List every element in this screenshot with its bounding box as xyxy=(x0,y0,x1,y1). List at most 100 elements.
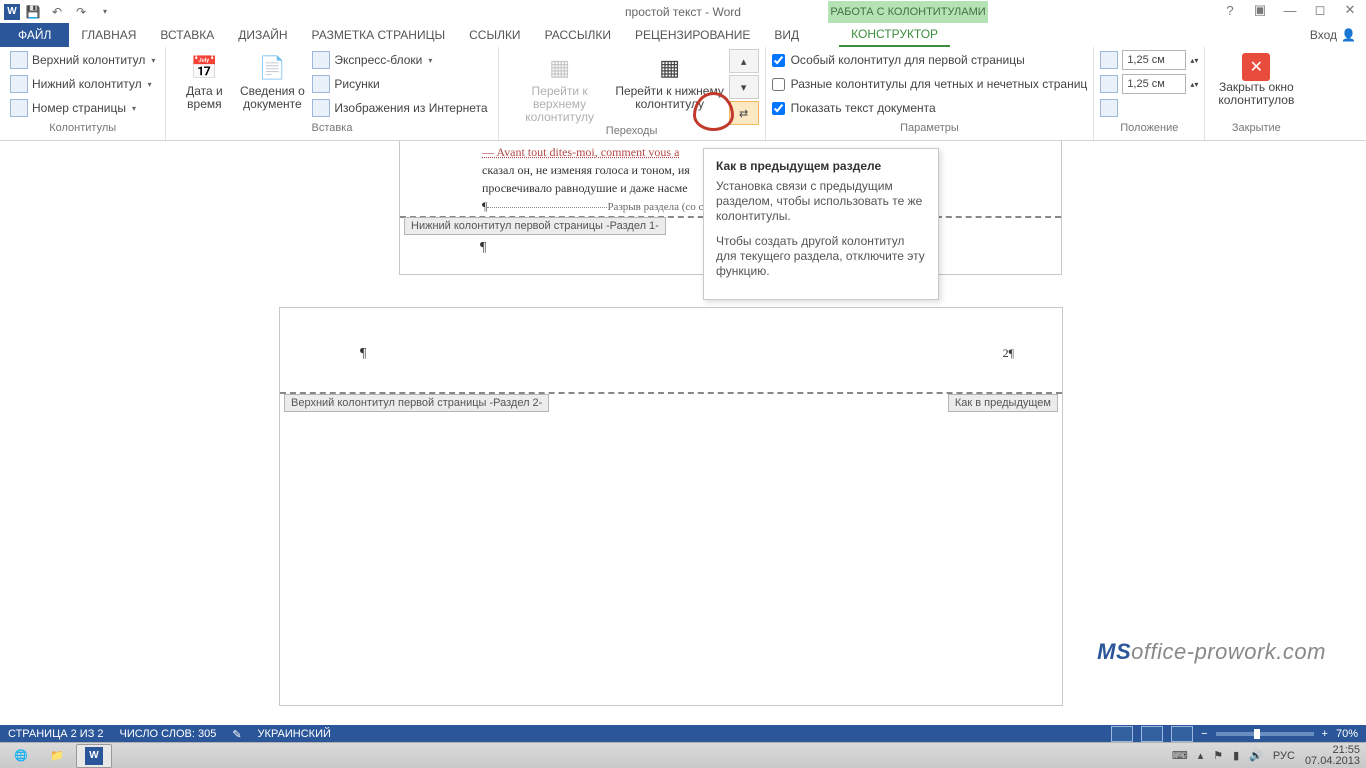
footer-icon xyxy=(10,75,28,93)
watermark: MSoffice-prowork.com xyxy=(1097,639,1326,665)
taskbar: 🌐 📁 W ⌨ ▴ ⚑ ▮ 🔊 РУС 21:55 07.04.2013 xyxy=(0,742,1366,768)
window-controls: ? ▣ — ◻ ✕ xyxy=(1218,2,1362,18)
zoom-out-button[interactable]: − xyxy=(1201,728,1207,740)
footer-position-icon xyxy=(1100,75,1118,93)
date-time-button[interactable]: 📅Дата и время xyxy=(172,49,236,111)
input-language[interactable]: РУС xyxy=(1273,750,1295,762)
volume-icon[interactable]: 🔊 xyxy=(1249,749,1263,762)
document-area: — Avant tout dites-moi, comment vous a с… xyxy=(0,141,1366,725)
tray-up-icon[interactable]: ▴ xyxy=(1198,749,1204,762)
goto-header-icon: ▦ xyxy=(544,51,576,83)
tab-design-context[interactable]: КОНСТРУКТОР xyxy=(839,23,950,47)
header-from-top-input[interactable]: 1,25 см xyxy=(1122,50,1186,70)
group-label: Вставка xyxy=(172,122,491,140)
tooltip-link-to-previous: Как в предыдущем разделе Установка связи… xyxy=(703,148,939,300)
tab-design[interactable]: ДИЗАЙН xyxy=(226,23,299,47)
tab-mailings[interactable]: РАССЫЛКИ xyxy=(533,23,623,47)
link-to-previous-button[interactable]: ⇄ xyxy=(729,101,759,125)
qat-customize-icon[interactable]: ▾ xyxy=(94,2,116,22)
language-indicator[interactable]: УКРАИНСКИЙ xyxy=(258,728,331,740)
tooltip-text: Установка связи с предыдущим разделом, ч… xyxy=(716,179,926,224)
proofing-icon[interactable]: ✎ xyxy=(232,728,241,741)
footer-tag: Нижний колонтитул первой страницы -Разде… xyxy=(404,217,666,235)
show-document-text-checkbox[interactable]: Показать текст документа xyxy=(772,97,1088,119)
redo-icon[interactable]: ↷ xyxy=(70,2,92,22)
different-first-page-checkbox[interactable]: Особый колонтитул для первой страницы xyxy=(772,49,1088,71)
keyboard-icon[interactable]: ⌨ xyxy=(1172,749,1188,762)
word-count[interactable]: ЧИСЛО СЛОВ: 305 xyxy=(120,728,217,740)
quick-parts-button[interactable]: Экспресс-блоки▾ xyxy=(308,49,491,71)
tab-file[interactable]: ФАЙЛ xyxy=(0,23,69,47)
group-insert: 📅Дата и время 📄Сведения о документе Эксп… xyxy=(166,47,498,140)
footer-button[interactable]: Нижний колонтитул▾ xyxy=(6,73,159,95)
tooltip-title: Как в предыдущем разделе xyxy=(716,159,926,173)
goto-footer-button[interactable]: ▦Перейти к нижнему колонтитулу xyxy=(615,49,725,111)
close-x-icon: ✕ xyxy=(1242,53,1270,81)
print-layout-button[interactable] xyxy=(1141,726,1163,742)
user-icon: 👤 xyxy=(1341,28,1356,42)
flag-icon[interactable]: ⚑ xyxy=(1213,749,1223,762)
zoom-in-button[interactable]: + xyxy=(1322,728,1328,740)
group-options: Особый колонтитул для первой страницы Ра… xyxy=(766,47,1095,140)
help-icon[interactable]: ? xyxy=(1218,3,1242,18)
picture-icon xyxy=(312,75,330,93)
group-close: ✕ Закрыть окно колонтитулов Закрытие xyxy=(1205,47,1307,140)
online-pic-icon xyxy=(312,99,330,117)
ribbon-options-icon[interactable]: ▣ xyxy=(1248,2,1272,18)
web-layout-button[interactable] xyxy=(1171,726,1193,742)
taskbar-explorer-icon[interactable]: 📁 xyxy=(40,745,74,767)
next-section-button[interactable]: ▾ xyxy=(729,75,759,99)
online-pictures-button[interactable]: Изображения из Интернета xyxy=(308,97,491,119)
close-icon[interactable]: ✕ xyxy=(1338,2,1362,18)
goto-header-button[interactable]: ▦Перейти к верхнему колонтитулу xyxy=(505,49,615,124)
different-odd-even-checkbox[interactable]: Разные колонтитулы для четных и нечетных… xyxy=(772,73,1088,95)
close-header-footer-button[interactable]: ✕ Закрыть окно колонтитулов xyxy=(1211,49,1301,107)
group-label: Параметры xyxy=(772,122,1088,140)
title-bar: W 💾 ↶ ↷ ▾ простой текст - Word РАБОТА С … xyxy=(0,0,1366,23)
previous-section-button[interactable]: ▴ xyxy=(729,49,759,73)
ribbon: Верхний колонтитул▾ Нижний колонтитул▾ Н… xyxy=(0,47,1366,141)
header-tag: Верхний колонтитул первой страницы -Разд… xyxy=(284,394,549,412)
paragraph-mark: ¶ xyxy=(480,240,486,256)
tab-home[interactable]: ГЛАВНАЯ xyxy=(69,23,148,47)
tab-layout[interactable]: РАЗМЕТКА СТРАНИЦЫ xyxy=(300,23,458,47)
save-icon[interactable]: 💾 xyxy=(22,2,44,22)
contextual-tab-title: РАБОТА С КОЛОНТИТУЛАМИ xyxy=(828,1,988,23)
minimize-icon[interactable]: — xyxy=(1278,3,1302,18)
tab-insert[interactable]: ВСТАВКА xyxy=(148,23,226,47)
read-mode-button[interactable] xyxy=(1111,726,1133,742)
pictures-button[interactable]: Рисунки xyxy=(308,73,491,95)
tab-view[interactable]: ВИД xyxy=(762,23,811,47)
zoom-level[interactable]: 70% xyxy=(1336,728,1358,740)
group-header-footer: Верхний колонтитул▾ Нижний колонтитул▾ Н… xyxy=(0,47,166,140)
footer-from-bottom-input[interactable]: 1,25 см xyxy=(1122,74,1186,94)
sign-in[interactable]: Вход👤 xyxy=(1310,23,1356,47)
restore-icon[interactable]: ◻ xyxy=(1308,2,1332,18)
group-label: Переходы xyxy=(505,125,759,140)
calendar-icon: 📅 xyxy=(188,51,220,83)
clock[interactable]: 21:55 07.04.2013 xyxy=(1305,745,1360,767)
docinfo-icon: 📄 xyxy=(256,51,288,83)
tab-review[interactable]: РЕЦЕНЗИРОВАНИЕ xyxy=(623,23,762,47)
zoom-slider[interactable] xyxy=(1216,732,1314,736)
undo-icon[interactable]: ↶ xyxy=(46,2,68,22)
same-as-previous-tag: Как в предыдущем xyxy=(948,394,1058,412)
taskbar-ie-icon[interactable]: 🌐 xyxy=(4,745,38,767)
network-icon[interactable]: ▮ xyxy=(1233,749,1239,762)
group-label: Колонтитулы xyxy=(6,122,159,140)
page-number-button[interactable]: Номер страницы▾ xyxy=(6,97,159,119)
tooltip-text: Чтобы создать другой колонтитул для теку… xyxy=(716,234,926,279)
group-label: Закрытие xyxy=(1211,122,1301,140)
header-button[interactable]: Верхний колонтитул▾ xyxy=(6,49,159,71)
page-number-field: 2¶ xyxy=(1003,346,1014,361)
next-icon: ▾ xyxy=(741,81,747,94)
goto-footer-icon: ▦ xyxy=(654,51,686,83)
taskbar-word-icon[interactable]: W xyxy=(76,744,112,768)
word-app-icon[interactable]: W xyxy=(4,4,20,20)
page-2[interactable]: ¶ 2¶ Верхний колонтитул первой страницы … xyxy=(279,307,1063,706)
page-indicator[interactable]: СТРАНИЦА 2 ИЗ 2 xyxy=(8,728,104,740)
header-icon xyxy=(10,51,28,69)
window-title: простой текст - Word xyxy=(0,5,1366,19)
tab-references[interactable]: ССЫЛКИ xyxy=(457,23,532,47)
doc-info-button[interactable]: 📄Сведения о документе xyxy=(236,49,308,111)
